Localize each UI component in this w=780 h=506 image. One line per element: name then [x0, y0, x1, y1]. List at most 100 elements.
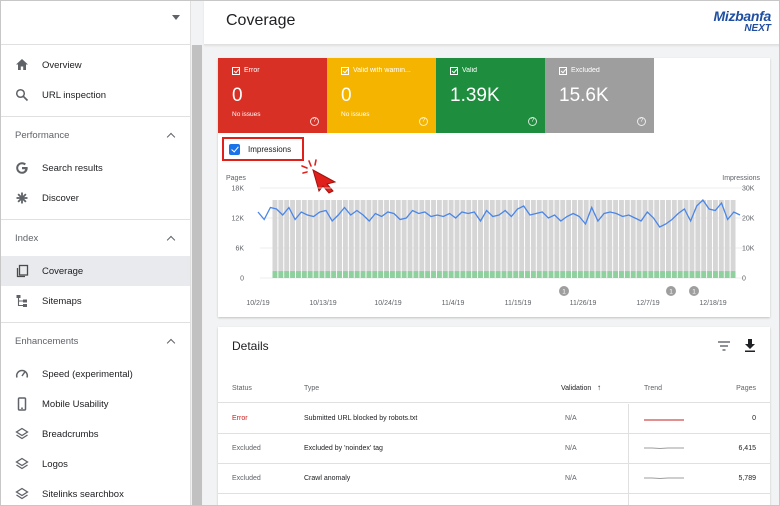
- valid-bar: [337, 271, 342, 278]
- row-status: Excluded: [232, 475, 261, 482]
- col-status[interactable]: Status: [232, 385, 252, 392]
- excluded-bar: [478, 200, 483, 278]
- sidebar-section-index[interactable]: Index: [1, 220, 190, 256]
- sidebar-scrollbar[interactable]: [191, 45, 203, 505]
- y-axis-label: Pages: [226, 175, 246, 182]
- valid-bar: [689, 271, 695, 278]
- valid-bar: [648, 271, 654, 278]
- valid-bar: [395, 271, 401, 278]
- annotation-marker[interactable]: 1: [559, 286, 569, 296]
- search-icon-wrap: [15, 88, 29, 102]
- annotation-marker[interactable]: 1: [666, 286, 676, 296]
- row-type: Submitted URL blocked by robots.txt: [304, 415, 418, 422]
- excluded-bar: [636, 200, 642, 278]
- sidebar-item-logos[interactable]: Logos: [1, 449, 190, 479]
- valid-bar: [478, 271, 483, 278]
- valid-bar: [331, 271, 337, 278]
- y2-tick-label: 0: [742, 276, 746, 283]
- filter-icon[interactable]: [718, 341, 730, 351]
- valid-bar: [472, 271, 478, 278]
- sidebar-item-discover[interactable]: Discover: [1, 183, 190, 213]
- download-icon[interactable]: [744, 339, 756, 352]
- row-status: Excluded: [232, 445, 261, 452]
- annotation-marker[interactable]: 1: [689, 286, 699, 296]
- caret-down-icon[interactable]: [172, 15, 180, 20]
- scrollbar-thumb[interactable]: [192, 45, 202, 505]
- impressions-toggle[interactable]: Impressions: [222, 137, 304, 161]
- tile-checkbox[interactable]: [341, 67, 349, 75]
- valid-bar: [442, 271, 448, 278]
- excluded-bar: [442, 200, 448, 278]
- sidebar-item-sitemaps[interactable]: Sitemaps: [1, 286, 190, 316]
- y2-axis-label: Impressions: [722, 175, 760, 182]
- excluded-bar: [448, 200, 454, 278]
- chevron-up-icon[interactable]: [166, 235, 176, 244]
- valid-bar: [724, 271, 730, 278]
- sort-arrow-up-icon[interactable]: ↑: [597, 383, 601, 392]
- excluded-bar: [724, 200, 730, 278]
- valid-bar: [642, 271, 648, 278]
- tile-checkbox[interactable]: [559, 67, 567, 75]
- sidebar-section-performance[interactable]: Performance: [1, 117, 190, 153]
- valid-bar: [460, 271, 466, 278]
- property-selector[interactable]: [1, 1, 190, 45]
- tile-value: 0: [341, 85, 352, 106]
- valid-bar: [507, 271, 513, 278]
- valid-bar: [577, 271, 583, 278]
- tile-label: Valid: [462, 67, 478, 74]
- home-icon: [16, 59, 28, 70]
- sidebar-item-mobile-usability[interactable]: Mobile Usability: [1, 389, 190, 419]
- tile-valid[interactable]: Valid with warnin... 0 No issues?: [327, 58, 436, 133]
- sidebar-item-label: Mobile Usability: [42, 398, 109, 410]
- valid-bar: [701, 271, 707, 278]
- help-icon[interactable]: ?: [419, 117, 428, 126]
- valid-bar: [401, 271, 407, 278]
- sidebar-item-label: Sitemaps: [42, 295, 82, 307]
- tile-checkbox[interactable]: [450, 67, 458, 75]
- help-icon[interactable]: ?: [637, 117, 646, 126]
- sidebar-section-enhancements[interactable]: Enhancements: [1, 323, 190, 359]
- table-row[interactable]: Error Submitted URL blocked by robots.txt…: [218, 404, 770, 434]
- layers-icon: [15, 487, 29, 500]
- x-tick-label: 12/7/19: [636, 300, 659, 307]
- valid-bar: [566, 271, 572, 278]
- valid-bar: [654, 271, 660, 278]
- table-row[interactable]: Excluded Excluded by 'noindex' tag N/A 6,41…: [218, 434, 770, 464]
- chevron-up-icon[interactable]: [166, 132, 176, 141]
- help-icon[interactable]: ?: [528, 117, 537, 126]
- tile-valid[interactable]: Valid 1.39K?: [436, 58, 545, 133]
- details-title: Details: [232, 339, 269, 353]
- sidebar-item-label: Speed (experimental): [42, 368, 133, 380]
- sidebar-item-breadcrumbs[interactable]: Breadcrumbs: [1, 419, 190, 449]
- table-row[interactable]: ExcludedPage with redirectN/A3,045: [218, 494, 770, 505]
- excluded-bar: [436, 200, 442, 278]
- col-type[interactable]: Type: [304, 385, 319, 392]
- sidebar-item-search-results[interactable]: Search results: [1, 153, 190, 183]
- excluded-bar: [554, 200, 560, 278]
- annotation-label: 1: [669, 289, 673, 296]
- help-icon[interactable]: ?: [310, 117, 319, 126]
- sidebar-item-coverage[interactable]: Coverage: [1, 256, 190, 286]
- tile-label: Excluded: [571, 67, 600, 74]
- col-pages[interactable]: Pages: [736, 385, 756, 392]
- sidebar-item-overview[interactable]: Overview: [1, 50, 190, 80]
- row-validation: N/A: [565, 475, 577, 482]
- sidebar-item-sitelinks-searchbox[interactable]: Sitelinks searchbox: [1, 479, 190, 505]
- copy-icon: [16, 264, 29, 278]
- impressions-checkbox[interactable]: [229, 143, 240, 155]
- phone-icon: [17, 397, 27, 411]
- col-validation[interactable]: Validation: [561, 385, 591, 392]
- window-frame: Overview URL inspection Performance Search …: [0, 0, 780, 506]
- sidebar-item-speed-experimental[interactable]: Speed (experimental): [1, 359, 190, 389]
- valid-bar: [560, 271, 566, 278]
- tile-error[interactable]: Error 0 No issues?: [218, 58, 327, 133]
- excluded-bar: [583, 200, 589, 278]
- sidebar-item-url-inspection[interactable]: URL inspection: [1, 80, 190, 110]
- table-row[interactable]: Excluded Crawl anomaly N/A 5,789: [218, 464, 770, 494]
- tile-excluded[interactable]: Excluded 15.6K?: [545, 58, 654, 133]
- chevron-up-icon[interactable]: [166, 338, 176, 347]
- valid-bar: [307, 271, 313, 278]
- layers-icon: [15, 457, 29, 470]
- valid-bar: [425, 271, 431, 278]
- tile-checkbox[interactable]: [232, 67, 240, 75]
